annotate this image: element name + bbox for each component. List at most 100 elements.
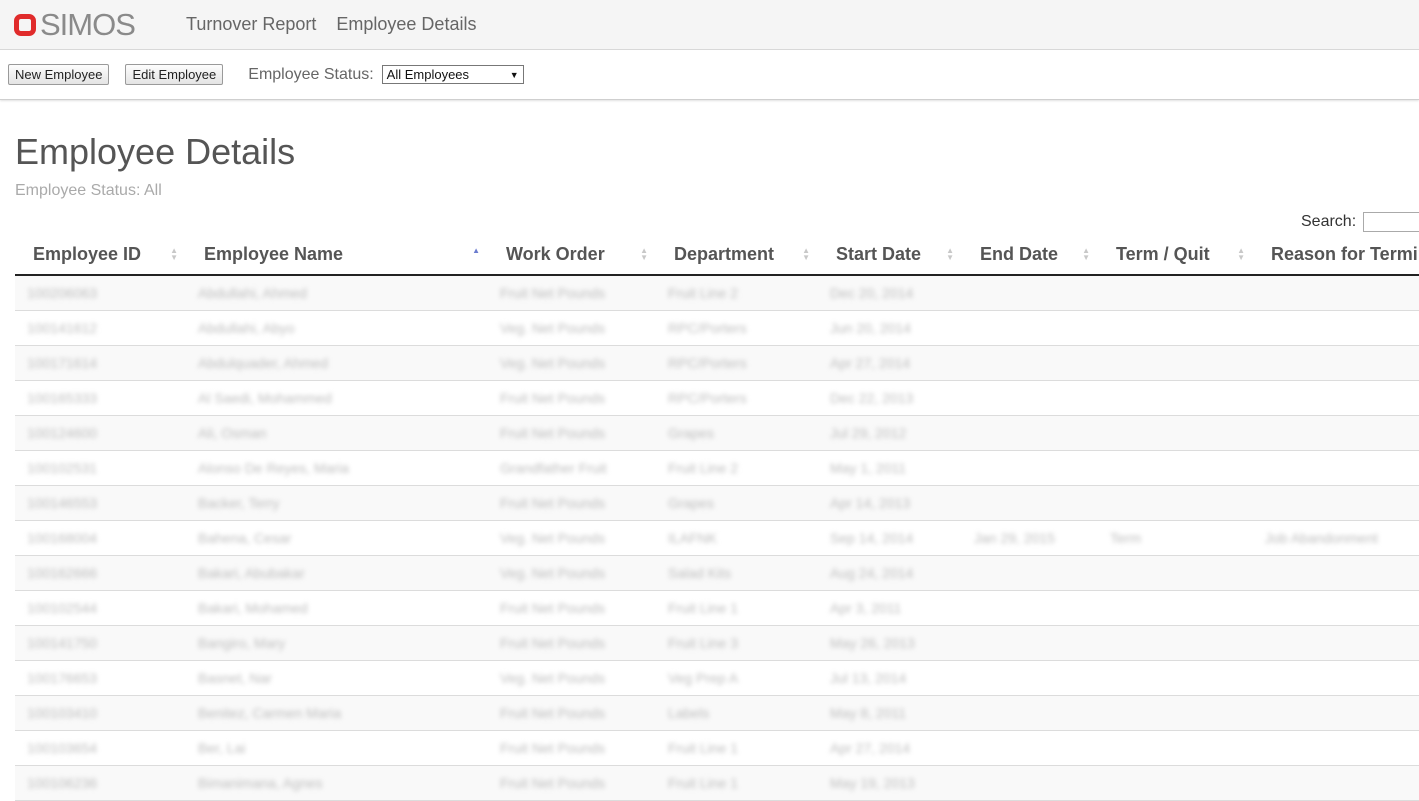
cell-text: Fruit Line 1 bbox=[668, 775, 739, 791]
cell-text: Sep 14, 2014 bbox=[830, 530, 914, 546]
search-input[interactable] bbox=[1363, 212, 1419, 232]
table-cell: 100102544 bbox=[15, 590, 186, 626]
cell-text: Jul 13, 2014 bbox=[830, 670, 907, 686]
cell-text: Labels bbox=[668, 705, 710, 721]
cell-text: Salad Kits bbox=[668, 565, 732, 581]
table-row[interactable]: 100102544 Bakari, Mohamed Fruit Net Pounds… bbox=[15, 590, 1419, 626]
table-cell: 100146553 bbox=[15, 485, 186, 521]
column-header-end-date[interactable]: End Date ▲ ▼ bbox=[962, 235, 1098, 276]
table-cell: Fruit Net Pounds bbox=[488, 695, 656, 731]
table-cell: Abdullahi, Abyo bbox=[186, 310, 488, 346]
search-label: Search: bbox=[1301, 213, 1357, 230]
cell-text: 100165333 bbox=[27, 390, 98, 406]
table-cell bbox=[962, 345, 1098, 381]
table-cell: Backer, Terry bbox=[186, 485, 488, 521]
table-row[interactable]: 100171614 Abdulquader, Ahmed Veg. Net Poun… bbox=[15, 345, 1419, 381]
employee-status-value: All Employees bbox=[386, 67, 470, 82]
table-cell bbox=[962, 450, 1098, 486]
table-cell bbox=[962, 695, 1098, 731]
cell-text: 100162666 bbox=[27, 565, 98, 581]
table-row[interactable]: 100176653 Basnet, Nar Veg. Net Pounds Veg P… bbox=[15, 660, 1419, 696]
table-row[interactable]: 100141750 Bangiro, Mary Fruit Net Pounds Fr… bbox=[15, 625, 1419, 661]
cell-text: Ber, Lai bbox=[198, 740, 246, 756]
table-cell: Abdullahi, Ahmed bbox=[186, 275, 488, 311]
table-row[interactable]: 100206063 Abdullahi, Ahmed Fruit Net Pound… bbox=[15, 275, 1419, 311]
table-cell: Dec 20, 2014 bbox=[818, 275, 962, 311]
table-cell: Bakari, Abubakar bbox=[186, 555, 488, 591]
sort-icon: ▲ ▼ bbox=[170, 246, 178, 262]
cell-text: Grandfather Fruit bbox=[500, 460, 607, 476]
column-header-start-date[interactable]: Start Date ▲ ▼ bbox=[818, 235, 962, 276]
column-header-department[interactable]: Department ▲ ▼ bbox=[656, 235, 818, 276]
table-cell bbox=[1253, 765, 1419, 801]
nav-turnover-report[interactable]: Turnover Report bbox=[186, 14, 316, 35]
table-cell: Fruit Net Pounds bbox=[488, 625, 656, 661]
table-row[interactable]: 100124600 Ali, Osman Fruit Net Pounds Grape… bbox=[15, 415, 1419, 451]
cell-text: RPC/Porters bbox=[668, 390, 747, 406]
table-row[interactable]: 100141612 Abdullahi, Abyo Veg. Net Pounds R… bbox=[15, 310, 1419, 346]
new-employee-button[interactable]: New Employee bbox=[8, 64, 110, 85]
table-row[interactable]: 100168004 Bahena, Cesar Veg. Net Pounds ILA… bbox=[15, 520, 1419, 556]
table-cell: Aug 24, 2014 bbox=[818, 555, 962, 591]
table-cell bbox=[1098, 485, 1253, 521]
table-cell: Alonso De Reyes, Maria bbox=[186, 450, 488, 486]
edit-employee-button[interactable]: Edit Employee bbox=[125, 64, 224, 85]
table-cell bbox=[962, 555, 1098, 591]
cell-text: Apr 14, 2013 bbox=[830, 495, 911, 511]
table-cell: Jul 29, 2012 bbox=[818, 415, 962, 451]
table-row[interactable]: 100106236 Bimanimana, Agnes Fruit Net Poun… bbox=[15, 765, 1419, 801]
cell-text: Fruit Net Pounds bbox=[500, 775, 606, 791]
cell-text: Grapes bbox=[668, 495, 714, 511]
table-row[interactable]: 100146553 Backer, Terry Fruit Net Pounds Gr… bbox=[15, 485, 1419, 521]
table-cell: Jul 13, 2014 bbox=[818, 660, 962, 696]
cell-text: 100141750 bbox=[27, 635, 98, 651]
table-row[interactable]: 100103654 Ber, Lai Fruit Net Pounds Fruit L… bbox=[15, 730, 1419, 766]
table-cell: Bahena, Cesar bbox=[186, 520, 488, 556]
table-cell bbox=[1253, 275, 1419, 311]
table-row[interactable]: 100103410 Benitez, Carmen Maria Fruit Net … bbox=[15, 695, 1419, 731]
table-row[interactable]: 100102531 Alonso De Reyes, Maria Grandfath… bbox=[15, 450, 1419, 486]
table-cell: 100176653 bbox=[15, 660, 186, 696]
table-cell: Benitez, Carmen Maria bbox=[186, 695, 488, 731]
column-header-work-order[interactable]: Work Order ▲ ▼ bbox=[488, 235, 656, 276]
column-header-employee-name[interactable]: Employee Name▲▼ bbox=[186, 235, 488, 276]
table-cell bbox=[1253, 625, 1419, 661]
cell-text: Apr 27, 2014 bbox=[830, 355, 911, 371]
table-cell: Term bbox=[1098, 520, 1253, 556]
table-cell bbox=[962, 415, 1098, 451]
cell-text: Bakari, Abubakar bbox=[198, 565, 305, 581]
table-cell bbox=[1098, 450, 1253, 486]
table-cell: Fruit Net Pounds bbox=[488, 415, 656, 451]
cell-text: 100103410 bbox=[27, 705, 98, 721]
cell-text: Abdullahi, Ahmed bbox=[198, 285, 307, 301]
column-header-employee-id[interactable]: Employee ID ▲ ▼ bbox=[15, 235, 186, 276]
column-header-reason-for-termination[interactable]: Reason for Termination bbox=[1253, 235, 1419, 276]
search-box: Search: bbox=[1301, 212, 1419, 232]
cell-text: 100168004 bbox=[27, 530, 98, 546]
table-cell: 100124600 bbox=[15, 415, 186, 451]
cell-text: May 19, 2013 bbox=[830, 775, 915, 791]
brand-logo[interactable]: SIMOS bbox=[14, 9, 164, 40]
table-row[interactable]: 100165333 Al Saedi, Mohammed Fruit Net Pou… bbox=[15, 380, 1419, 416]
table-cell: May 26, 2013 bbox=[818, 625, 962, 661]
table-cell bbox=[962, 660, 1098, 696]
table-cell bbox=[1253, 380, 1419, 416]
table-cell bbox=[1098, 380, 1253, 416]
table-cell: 100168004 bbox=[15, 520, 186, 556]
table-cell: 100106236 bbox=[15, 765, 186, 801]
cell-text: Aug 24, 2014 bbox=[830, 565, 914, 581]
employee-status-select[interactable]: All Employees ▼ bbox=[381, 65, 524, 84]
column-header-term-quit[interactable]: Term / Quit ▲ ▼ bbox=[1098, 235, 1253, 276]
table-cell: Al Saedi, Mohammed bbox=[186, 380, 488, 416]
table-cell bbox=[962, 730, 1098, 766]
table-cell: Fruit Line 3 bbox=[656, 625, 818, 661]
table-cell: Fruit Line 1 bbox=[656, 765, 818, 801]
sort-icon: ▲ ▼ bbox=[1237, 246, 1245, 262]
table-cell: Fruit Net Pounds bbox=[488, 485, 656, 521]
cell-text: Veg. Net Pounds bbox=[500, 320, 606, 336]
table-cell: Fruit Net Pounds bbox=[488, 590, 656, 626]
cell-text: Veg. Net Pounds bbox=[500, 670, 606, 686]
table-cell bbox=[1098, 590, 1253, 626]
nav-employee-details[interactable]: Employee Details bbox=[336, 14, 476, 35]
table-row[interactable]: 100162666 Bakari, Abubakar Veg. Net Pounds… bbox=[15, 555, 1419, 591]
